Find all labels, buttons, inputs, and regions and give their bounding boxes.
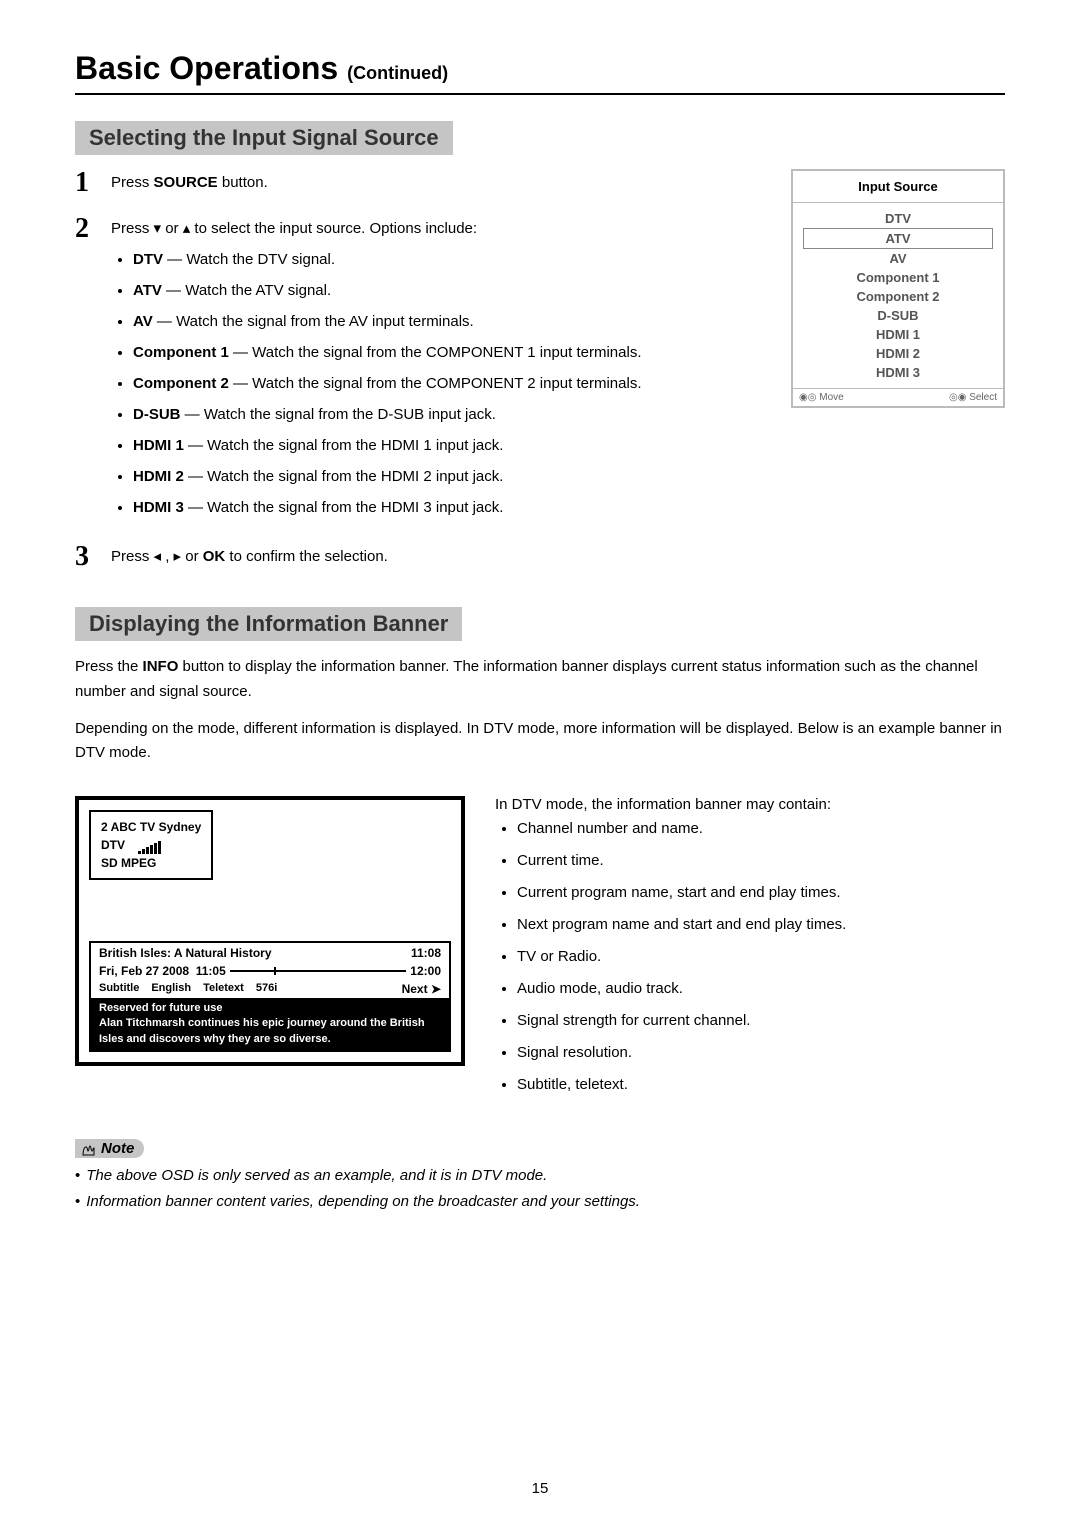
input-options-list: DTV — Watch the DTV signal. ATV — Watch … — [111, 246, 641, 521]
progress-line — [230, 970, 407, 972]
osd-item: HDMI 3 — [793, 363, 1003, 382]
osd-item: Component 2 — [793, 287, 1003, 306]
page-title: Basic Operations (Continued) — [75, 50, 1005, 87]
info-banner-para-1: Press the INFO button to display the inf… — [75, 655, 1005, 705]
info-banner-figure: 2 ABC TV Sydney DTV SD MPEG British Isle… — [75, 796, 465, 1066]
banner-info-list: Channel number and name. Current time. C… — [495, 817, 1005, 1097]
banner-bottom-box: British Isles: A Natural History11:08 Fr… — [89, 941, 451, 1052]
banner-info-column: In DTV mode, the information banner may … — [495, 796, 1005, 1105]
signal-bars-icon — [138, 836, 162, 854]
osd-item: D-SUB — [793, 306, 1003, 325]
osd-item: Component 1 — [793, 268, 1003, 287]
divider — [75, 93, 1005, 95]
steps-list: 1 Press SOURCE button. 2 Press ▾ or ▴ to… — [75, 169, 759, 571]
osd-title: Input Source — [793, 171, 1003, 203]
osd-item: HDMI 2 — [793, 344, 1003, 363]
title-text: Basic Operations — [75, 50, 338, 86]
banner-row: 2 ABC TV Sydney DTV SD MPEG British Isle… — [75, 796, 1005, 1105]
step-3: 3 Press ◂ , ▸ or OK to confirm the selec… — [75, 543, 759, 571]
page-number: 15 — [0, 1480, 1080, 1497]
steps-column: 1 Press SOURCE button. 2 Press ▾ or ▴ to… — [75, 169, 759, 589]
section-heading-info-banner: Displaying the Information Banner — [75, 607, 462, 641]
banner-reserved-area: Reserved for future use Alan Titchmarsh … — [91, 998, 449, 1050]
osd-item-selected: ATV — [803, 228, 993, 249]
banner-info-lead: In DTV mode, the information banner may … — [495, 796, 1005, 813]
osd-input-source-panel: Input Source DTV ATV AV Component 1 Comp… — [791, 169, 1005, 408]
osd-item: AV — [793, 249, 1003, 268]
osd-item: DTV — [793, 209, 1003, 228]
page: Basic Operations (Continued) Selecting t… — [0, 0, 1080, 1527]
note-pill: Note — [75, 1139, 144, 1158]
osd-item: HDMI 1 — [793, 325, 1003, 344]
section-heading-input-source: Selecting the Input Signal Source — [75, 121, 453, 155]
note-list: The above OSD is only served as an examp… — [75, 1164, 1005, 1214]
step-1: 1 Press SOURCE button. — [75, 169, 759, 197]
osd-footer: ◉◎ Move ◎◉ Select — [793, 388, 1003, 406]
banner-top-box: 2 ABC TV Sydney DTV SD MPEG — [89, 810, 213, 880]
title-suffix: (Continued) — [347, 63, 448, 83]
input-source-row: 1 Press SOURCE button. 2 Press ▾ or ▴ to… — [75, 169, 1005, 589]
hand-icon — [79, 1141, 95, 1157]
info-banner-para-2: Depending on the mode, different informa… — [75, 717, 1005, 767]
step-2: 2 Press ▾ or ▴ to select the input sourc… — [75, 215, 759, 525]
osd-list: DTV ATV AV Component 1 Component 2 D-SUB… — [793, 203, 1003, 388]
